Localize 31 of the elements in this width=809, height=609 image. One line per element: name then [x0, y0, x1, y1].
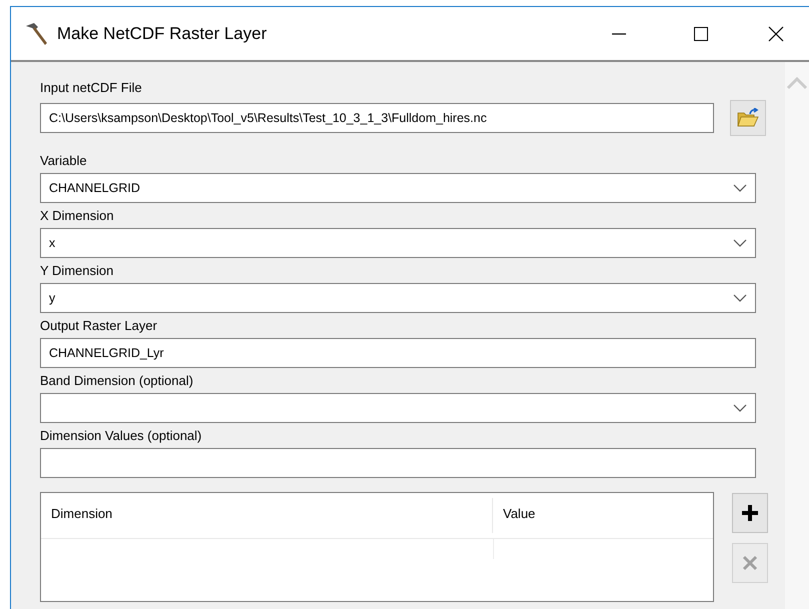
column-header[interactable]: Dimension: [41, 498, 493, 533]
field-label: Band Dimension (optional): [40, 372, 194, 390]
browse-button[interactable]: [730, 100, 766, 136]
maximize-icon: [693, 26, 709, 42]
field-label: Dimension Values (optional): [40, 427, 203, 445]
add-button[interactable]: [732, 493, 768, 533]
dropdown-field[interactable]: x: [40, 228, 756, 258]
field-label: Input netCDF File: [40, 79, 143, 97]
input-field[interactable]: CHANNELGRID_Lyr: [40, 338, 756, 368]
scrollbar[interactable]: [785, 62, 809, 609]
column-header[interactable]: Value: [493, 498, 546, 533]
field-label: Variable: [40, 152, 88, 170]
scroll-up-icon[interactable]: [786, 76, 808, 90]
window-title: Make NetCDF Raster Layer: [57, 24, 267, 44]
open-folder-icon: [737, 108, 759, 128]
field-label: X Dimension: [40, 207, 115, 225]
path-field[interactable]: C:\Users\ksampson\Desktop\Tool_v5\Results\Test_10_3_1_3\Fulldom_hires.nc: [40, 103, 714, 133]
dropdown-field[interactable]: [40, 393, 756, 423]
dropdown-field[interactable]: y: [40, 283, 756, 313]
close-icon: [768, 26, 784, 42]
chevron-down-icon: [733, 238, 747, 248]
x-icon: [742, 555, 758, 571]
chevron-down-icon: [733, 293, 747, 303]
field-label: Output Raster Layer: [40, 317, 158, 335]
chevron-down-icon: [733, 183, 747, 193]
plus-icon: [741, 504, 759, 522]
field-label: Y Dimension: [40, 262, 114, 280]
dropdown-field[interactable]: CHANNELGRID: [40, 173, 756, 203]
chevron-down-icon: [733, 403, 747, 413]
minimize-icon: [611, 32, 627, 34]
input-field[interactable]: [40, 448, 756, 478]
